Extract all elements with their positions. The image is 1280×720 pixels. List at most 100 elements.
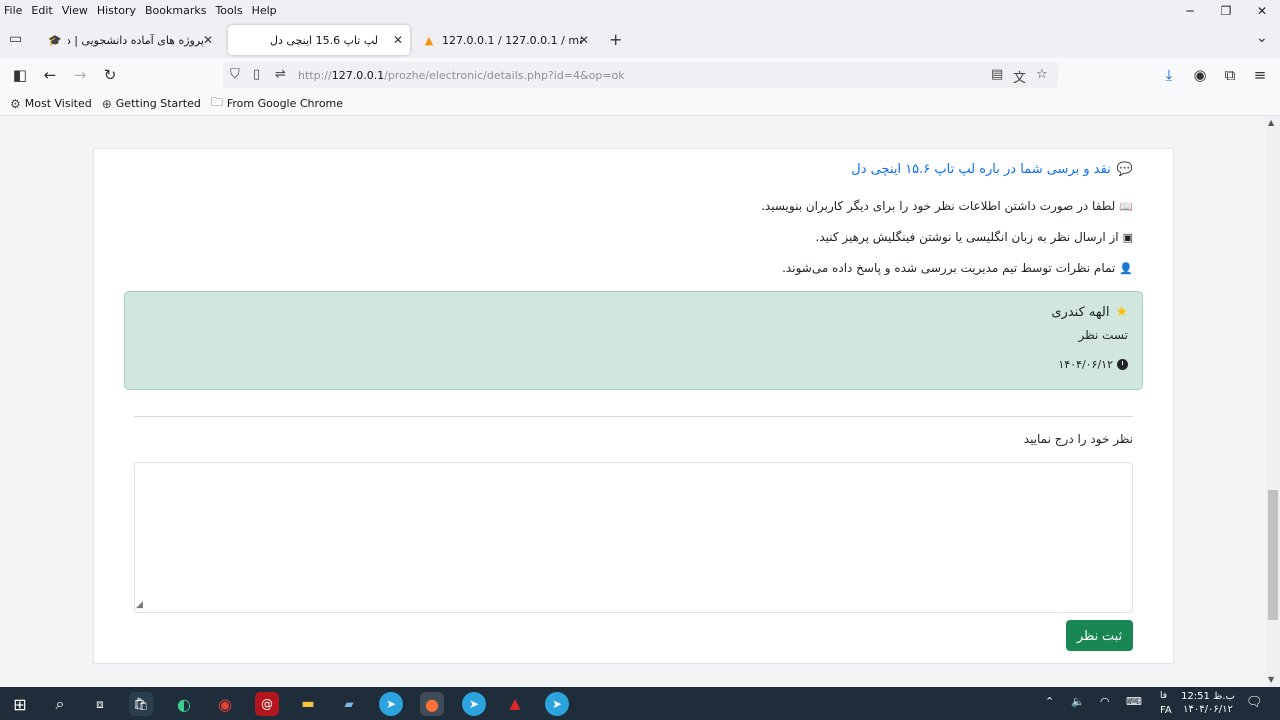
url-bar[interactable]: ⛉ ▯ ⇌ http:// 127.0.0.1 /prozhe/electron… [223, 62, 1058, 88]
comment-date: ۱۴۰۴/۰۶/۱۲ [1058, 358, 1128, 371]
language-indicator-label: فا [1160, 691, 1168, 701]
search-icon[interactable]: ⌕ [48, 692, 72, 716]
list-tabs-icon[interactable]: ⌄ [1256, 30, 1268, 46]
task-view-icon[interactable]: ⧈ [88, 692, 112, 716]
sidebar-icon[interactable]: ◧ [9, 64, 31, 86]
book-icon: 📖 [1119, 199, 1133, 213]
back-icon[interactable]: ← [39, 64, 61, 86]
menu-file[interactable]: File [4, 4, 22, 17]
bookmark-getting-started[interactable]: ⊕ Getting Started [102, 97, 201, 111]
submit-comment-button[interactable]: ثبت نظر [1066, 620, 1133, 651]
tab-title: پروژه های آماده دانشجویی | دانلو [68, 33, 204, 47]
shield-icon[interactable]: ⛉ [230, 67, 240, 82]
page-scrollbar[interactable]: ▲ ▼ [1266, 116, 1280, 687]
comment-form-label: نظر خود را درج نمایید [1023, 432, 1133, 446]
review-card: 💬 نقد و برسی شما در باره لپ تاپ ۱۵.۶ این… [93, 148, 1174, 664]
page-icon[interactable]: ▯ [253, 67, 260, 82]
clock-date: ۱۴۰۴/۰۶/۱۲ [1183, 704, 1233, 715]
url-prefix: http:// [298, 68, 332, 82]
account-icon[interactable]: ◉ [1189, 64, 1211, 86]
comment-textarea[interactable] [134, 462, 1133, 613]
close-tab-icon[interactable]: ✕ [579, 33, 589, 47]
translate-icon[interactable]: 文 [1013, 67, 1026, 86]
pdf-reader-icon[interactable]: ▲ [503, 692, 527, 716]
resize-handle-icon[interactable]: ◢ [136, 600, 143, 610]
app-icon[interactable]: @ [255, 692, 279, 716]
note-text: لطفا در صورت داشتن اطلاعات نظر خود را بر… [761, 199, 1116, 213]
minimize-button[interactable]: ─ [1172, 0, 1208, 22]
graduation-cap-icon: 🎓 [48, 33, 62, 47]
url-path: /prozhe/electronic/details.php?id=4&op=o… [384, 68, 625, 82]
bookmark-label: Most Visited [24, 97, 92, 110]
bookmark-most-visited[interactable]: ⚙ Most Visited [10, 97, 92, 111]
permissions-icon[interactable]: ⇌ [275, 67, 286, 82]
edge-icon[interactable]: ◐ [172, 692, 196, 716]
downloads-icon[interactable]: ⤓ [1158, 64, 1180, 86]
telegram-icon[interactable]: ➤ [545, 692, 569, 716]
tab-title: لپ تاپ 15.6 اینچی دل [269, 33, 378, 47]
reader-view-icon[interactable]: ▤ [991, 67, 1003, 82]
scroll-up-icon[interactable]: ▲ [1268, 118, 1274, 127]
restore-button[interactable]: ❐ [1208, 0, 1244, 22]
scroll-thumb[interactable] [1268, 490, 1278, 620]
scroll-down-icon[interactable]: ▼ [1268, 675, 1274, 684]
file-explorer-icon[interactable]: ▬ [296, 692, 320, 716]
window-controls: ─ ❐ ✕ [1172, 0, 1280, 22]
folder-icon: 🗀 [210, 95, 223, 109]
gear-icon: ⚙ [10, 96, 21, 111]
windows-start-icon[interactable]: ⊞ [8, 692, 32, 716]
note-item: ▣ از ارسال نظر به زبان انگلیسی یا نوشتن … [816, 230, 1133, 244]
telegram-icon[interactable]: ➤ [462, 692, 486, 716]
comment-date-text: ۱۴۰۴/۰۶/۱۲ [1058, 358, 1113, 371]
close-tab-icon[interactable]: ✕ [393, 33, 403, 47]
firefox-icon[interactable]: ● [420, 692, 444, 716]
taskbar-clock[interactable]: 12:51 ب.ظ ۱۴۰۴/۰۶/۱۲ [1180, 690, 1236, 716]
tab-projects[interactable]: 🎓 پروژه های آماده دانشجویی | دانلو ✕ [40, 25, 220, 55]
note-text: از ارسال نظر به زبان انگلیسی یا نوشتن فی… [815, 230, 1119, 244]
nav-bar: ◧ ← → ↻ ⛉ ▯ ⇌ http:// 127.0.0.1 /prozhe/… [0, 58, 1280, 92]
star-bookmark-icon[interactable]: ☆ [1036, 67, 1048, 82]
comment-author: ★ الهه کندری [1051, 304, 1128, 320]
menu-help[interactable]: Help [252, 4, 277, 17]
star-icon: ★ [1115, 304, 1128, 320]
tab-laptop-dell[interactable]: لپ تاپ 15.6 اینچی دل ✕ [228, 25, 410, 55]
bookmark-folder-chrome[interactable]: 🗀 From Google Chrome [211, 93, 343, 114]
wifi-icon[interactable]: ◠ [1100, 695, 1110, 708]
menu-bar: File Edit View History Bookmarks Tools H… [0, 0, 1280, 20]
language-indicator[interactable]: FA [1160, 705, 1172, 716]
extensions-icon[interactable]: ⧉ [1219, 64, 1241, 86]
comments-icon: 💬 [1116, 162, 1133, 177]
new-tab-icon[interactable]: + [609, 30, 622, 49]
close-tab-icon[interactable]: ✕ [203, 33, 213, 47]
keyboard-icon[interactable]: ⌨ [1126, 695, 1142, 708]
menu-history[interactable]: History [97, 4, 136, 17]
comment-author-name: الهه کندری [1051, 304, 1110, 320]
clock-icon [1117, 359, 1128, 370]
store-icon[interactable]: 🛍 [129, 692, 153, 716]
volume-icon[interactable]: 🔈 [1071, 695, 1085, 708]
taskbar: ⊞ ⌕ ⧈ 🛍 ◐ ◉ @ ▬ ▰ ➤ ● ➤ ▲ ➤ ⌃ 🔈 ◠ ⌨ فا F… [0, 687, 1280, 720]
clock-time: 12:51 ب.ظ [1181, 691, 1235, 702]
divider [134, 416, 1133, 417]
chrome-icon[interactable]: ◉ [213, 692, 237, 716]
tab-phpmyadmin[interactable]: ▲ 127.0.0.1 / 127.0.0.1 / maccesso ✕ [414, 25, 596, 55]
menu-edit[interactable]: Edit [31, 4, 52, 17]
review-heading: 💬 نقد و برسی شما در باره لپ تاپ ۱۵.۶ این… [851, 162, 1133, 177]
notepad-icon[interactable]: ▰ [337, 692, 361, 716]
telegram-icon[interactable]: ➤ [379, 692, 403, 716]
reload-icon[interactable]: ↻ [99, 64, 121, 86]
forward-icon[interactable]: → [69, 64, 91, 86]
comment-text: تست نظر [1078, 328, 1128, 342]
menu-view[interactable]: View [62, 4, 88, 17]
tab-overview-icon[interactable]: ▭ [9, 31, 22, 47]
menu-bookmarks[interactable]: Bookmarks [145, 4, 206, 17]
note-text: تمام نظرات توسط تیم مدیریت بررسی شده و پ… [782, 261, 1116, 275]
tray-expand-icon[interactable]: ⌃ [1045, 695, 1054, 708]
comment-card: ★ الهه کندری تست نظر ۱۴۰۴/۰۶/۱۲ [124, 291, 1143, 390]
language-icon: ▣ [1122, 230, 1133, 244]
menu-icon[interactable]: ≡ [1249, 64, 1271, 86]
close-window-button[interactable]: ✕ [1244, 0, 1280, 22]
note-item: 👤 تمام نظرات توسط تیم مدیریت بررسی شده و… [782, 261, 1133, 275]
menu-tools[interactable]: Tools [215, 4, 242, 17]
notifications-icon[interactable]: 🗨 [1246, 695, 1263, 710]
